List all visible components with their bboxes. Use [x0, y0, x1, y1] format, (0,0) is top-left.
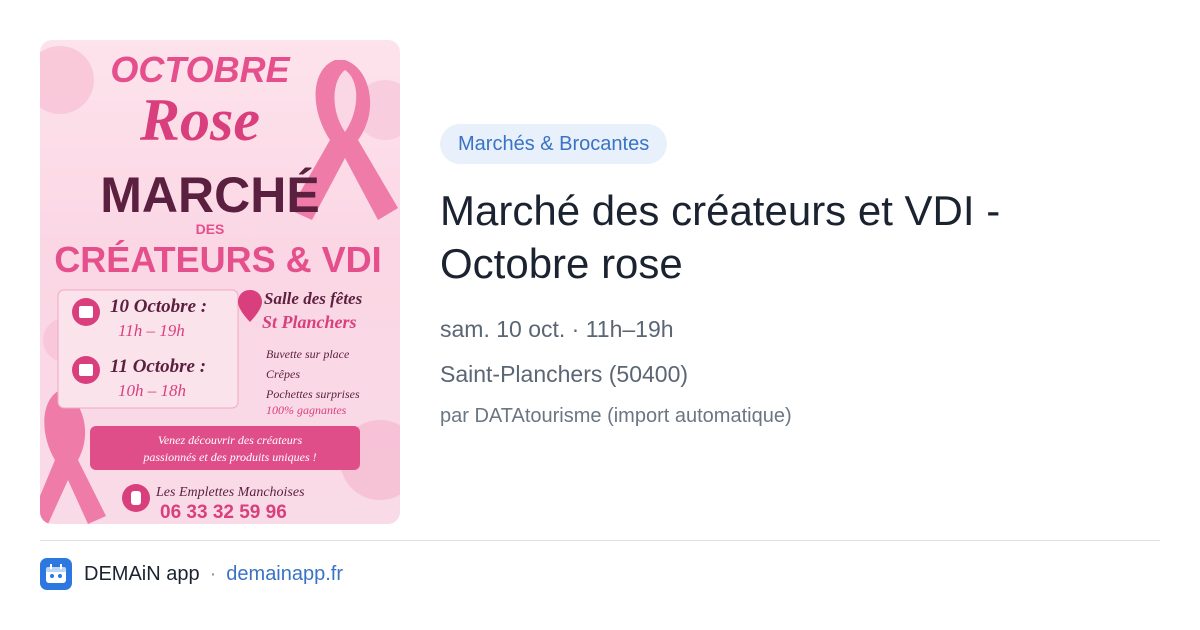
poster-date1: 10 Octobre :: [110, 296, 207, 317]
poster-createurs: CRÉATEURS & VDI: [54, 239, 381, 280]
poster-venue2: St Planchers: [262, 312, 357, 332]
poster-marche: MARCHÉ: [100, 167, 319, 223]
event-source: par DATAtourisme (import automatique): [440, 405, 792, 427]
calendar-icon: [72, 356, 100, 384]
poster-header-rose: Rose: [139, 87, 260, 153]
phone-icon: [122, 484, 150, 512]
app-url-link[interactable]: demainapp.fr: [226, 563, 343, 586]
calendar-icon: [72, 298, 100, 326]
poster-header-octobre: OCTOBRE: [110, 49, 290, 90]
poster-feature-buvette: Buvette sur place: [266, 347, 350, 361]
footer-separator: ·: [209, 562, 217, 585]
footer-divider: [40, 540, 1160, 541]
event-title-line1: Marché des créateurs et VDI -: [440, 187, 1001, 234]
event-title-line2: Octobre rose: [440, 240, 683, 287]
demain-app-logo-icon: [40, 558, 72, 590]
poster-venue1: Salle des fêtes: [264, 289, 363, 308]
poster-hours2: 10h – 18h: [118, 381, 186, 400]
event-info: Marchés & Brocantes Marché des créateurs…: [440, 124, 1160, 428]
category-badge[interactable]: Marchés & Brocantes: [440, 124, 668, 164]
footer: DEMAiN app · demainapp.fr: [40, 558, 343, 590]
poster-des: DES: [196, 221, 225, 237]
poster-hours1: 11h – 19h: [118, 321, 185, 340]
poster-banner-line2: passionnés et des produits uniques !: [142, 450, 316, 464]
event-title[interactable]: Marché des créateurs et VDI - Octobre ro…: [440, 184, 1160, 290]
poster-banner-line1: Venez découvrir des créateurs: [158, 433, 303, 447]
poster-feature-pochettes: Pochettes surprises: [265, 387, 360, 401]
poster-date2: 11 Octobre :: [110, 356, 206, 377]
poster-feature-crepes: Crêpes: [266, 367, 300, 381]
poster-contact-phone: 06 33 32 59 96: [160, 502, 287, 523]
poster-feature-gagnantes: 100% gagnantes: [266, 403, 347, 417]
event-poster-image: OCTOBRE Rose MARCHÉ DES CRÉATEURS & VDI …: [40, 40, 400, 524]
poster-contact-name: Les Emplettes Manchoises: [155, 485, 305, 500]
event-datetime: sam. 10 oct. · 11h–19h: [440, 316, 674, 342]
app-name: DEMAiN app: [84, 562, 200, 585]
location-pin-icon: [238, 290, 262, 322]
event-location: Saint-Planchers (50400): [440, 361, 689, 387]
